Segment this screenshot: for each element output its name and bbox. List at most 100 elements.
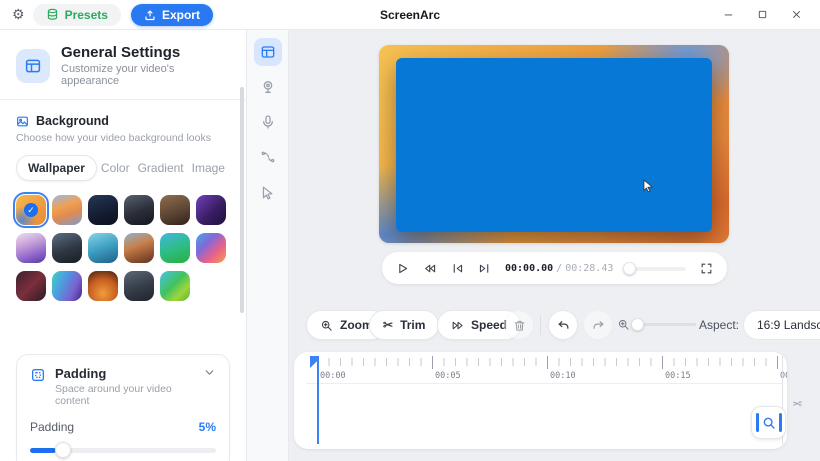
wallpaper-grid: ✓ xyxy=(16,195,230,301)
aspect-ratio-dropdown[interactable]: 16:9 Landscape xyxy=(743,310,820,340)
trim-tool-button[interactable]: ✂ Trim xyxy=(369,310,439,340)
timeline-zoom-slider[interactable] xyxy=(634,323,696,326)
padding-slider[interactable] xyxy=(30,442,216,458)
zoom-region-marker[interactable] xyxy=(751,406,786,439)
edit-toolbar: Zoom ✂ Trim Speed xyxy=(289,310,820,340)
wallpaper-thumb-mojave-desert[interactable] xyxy=(160,195,190,225)
upload-icon xyxy=(144,9,156,21)
redo-button xyxy=(583,310,613,340)
check-icon: ✓ xyxy=(24,203,38,217)
wallpaper-thumb-autumn-cliffs[interactable] xyxy=(124,233,154,263)
recorded-cursor-icon xyxy=(643,179,654,192)
rewind-button[interactable] xyxy=(423,262,437,275)
background-title: Background xyxy=(36,114,109,128)
padding-card-title: Padding xyxy=(55,366,194,381)
time-display: 00:00.00 / 00:28.43 xyxy=(505,263,613,274)
padding-slider-label: Padding xyxy=(30,420,74,434)
tab-color[interactable]: Color xyxy=(97,156,134,180)
tab-gradient[interactable]: Gradient xyxy=(134,156,188,180)
wallpaper-thumb-gray-ridge[interactable] xyxy=(124,271,154,301)
export-button[interactable]: Export xyxy=(131,4,213,26)
wallpaper-thumb-aurora-streaks[interactable] xyxy=(52,271,82,301)
padding-value: 5% xyxy=(199,420,216,434)
skip-to-end-button[interactable] xyxy=(478,262,491,275)
current-time: 00:00.00 xyxy=(505,263,553,274)
close-button[interactable] xyxy=(786,5,806,25)
padding-card-subtitle: Space around your video content xyxy=(55,383,194,407)
page-subtitle: Customize your video's appearance xyxy=(61,63,230,87)
ruler-label: 00:10 xyxy=(550,371,576,381)
seek-bar[interactable] xyxy=(627,262,686,274)
magnifier-icon xyxy=(762,416,776,430)
tool-rail xyxy=(247,30,289,461)
wallpaper-thumb-purple-dunes[interactable] xyxy=(196,195,226,225)
undo-button[interactable] xyxy=(548,310,578,340)
titlebar: ⚙ Presets Export ScreenArc xyxy=(0,0,820,30)
wallpaper-thumb-night-sky[interactable] xyxy=(88,195,118,225)
presets-button[interactable]: Presets xyxy=(33,4,121,26)
divider xyxy=(540,315,541,335)
aspect-label: Aspect: xyxy=(699,318,739,332)
playhead-flag-icon xyxy=(310,356,318,368)
background-section: Background Choose how your video backgro… xyxy=(0,100,246,301)
divider xyxy=(306,383,782,384)
rail-item-webcam[interactable] xyxy=(254,73,282,101)
zoom-in-icon xyxy=(320,319,333,332)
presets-label: Presets xyxy=(65,8,108,22)
padding-slider-thumb[interactable] xyxy=(55,442,71,458)
playback-bar: 00:00.00 / 00:28.43 xyxy=(382,252,727,284)
wallpaper-thumb-poppy-flower[interactable] xyxy=(88,271,118,301)
seek-thumb[interactable] xyxy=(623,262,636,275)
window-title: ScreenArc xyxy=(380,8,440,22)
padding-card: Padding Space around your video content … xyxy=(16,354,230,461)
wallpaper-thumb-island-dark[interactable] xyxy=(52,233,82,263)
zoom-region-end-handle[interactable] xyxy=(779,413,782,432)
rail-item-cursor[interactable] xyxy=(254,178,282,206)
rail-item-layout[interactable] xyxy=(254,38,282,66)
fast-forward-icon xyxy=(451,319,464,332)
playhead[interactable] xyxy=(317,356,319,444)
wallpaper-thumb-mountain-dark[interactable] xyxy=(124,195,154,225)
minimize-button[interactable] xyxy=(718,5,738,25)
wallpaper-thumb-grass-green[interactable] xyxy=(160,271,190,301)
background-description: Choose how your video background looks xyxy=(16,132,230,144)
major-tick xyxy=(777,356,778,369)
background-type-tabs: Wallpaper Color Gradient Image xyxy=(16,155,230,181)
export-label: Export xyxy=(162,8,200,22)
video-preview[interactable] xyxy=(379,45,729,243)
tab-image[interactable]: Image xyxy=(188,156,229,180)
ruler-label: 00:05 xyxy=(435,371,461,381)
sidebar-scrollbar[interactable] xyxy=(240,87,244,313)
trim-end-scissors-icon[interactable]: ✂ xyxy=(792,397,802,411)
major-tick xyxy=(432,356,433,369)
major-tick xyxy=(662,356,663,369)
chevron-down-icon[interactable] xyxy=(203,366,216,379)
wallpaper-thumb-red-swirl[interactable] xyxy=(16,271,46,301)
settings-sidebar: General Settings Customize your video's … xyxy=(0,30,247,461)
timeline-zoom-thumb[interactable] xyxy=(631,318,644,331)
scissors-icon: ✂ xyxy=(383,318,393,332)
maximize-button[interactable] xyxy=(752,5,772,25)
timeline-zoom-icon xyxy=(617,318,630,331)
gear-icon[interactable]: ⚙ xyxy=(12,6,25,23)
rail-item-cursor-path[interactable] xyxy=(254,143,282,171)
total-time: 00:28.43 xyxy=(565,263,613,274)
play-button[interactable] xyxy=(396,262,409,275)
zoom-region-start-handle[interactable] xyxy=(756,413,759,432)
wallpaper-thumb-green-wave[interactable] xyxy=(160,233,190,263)
rail-item-microphone[interactable] xyxy=(254,108,282,136)
timeline-ruler: 00:0000:0500:1000:1500:20 xyxy=(317,356,782,384)
wallpaper-thumb-sequoia[interactable] xyxy=(52,195,82,225)
fullscreen-button[interactable] xyxy=(700,262,713,275)
wallpaper-thumb-monterey[interactable] xyxy=(16,233,46,263)
main-area: 00:00.00 / 00:28.43 Zoom ✂ Trim xyxy=(289,30,820,461)
ruler-label: 00:00 xyxy=(320,371,346,381)
tab-wallpaper[interactable]: Wallpaper xyxy=(16,155,97,181)
recorded-screen[interactable] xyxy=(396,58,712,232)
ruler-label: 00:15 xyxy=(665,371,691,381)
timeline-panel[interactable]: 00:0000:0500:1000:1500:20 xyxy=(294,352,787,449)
skip-to-start-button[interactable] xyxy=(451,262,464,275)
wallpaper-thumb-island-teal[interactable] xyxy=(88,233,118,263)
wallpaper-thumb-big-sur[interactable] xyxy=(196,233,226,263)
wallpaper-thumb-ventura-orange[interactable]: ✓ xyxy=(16,195,46,225)
